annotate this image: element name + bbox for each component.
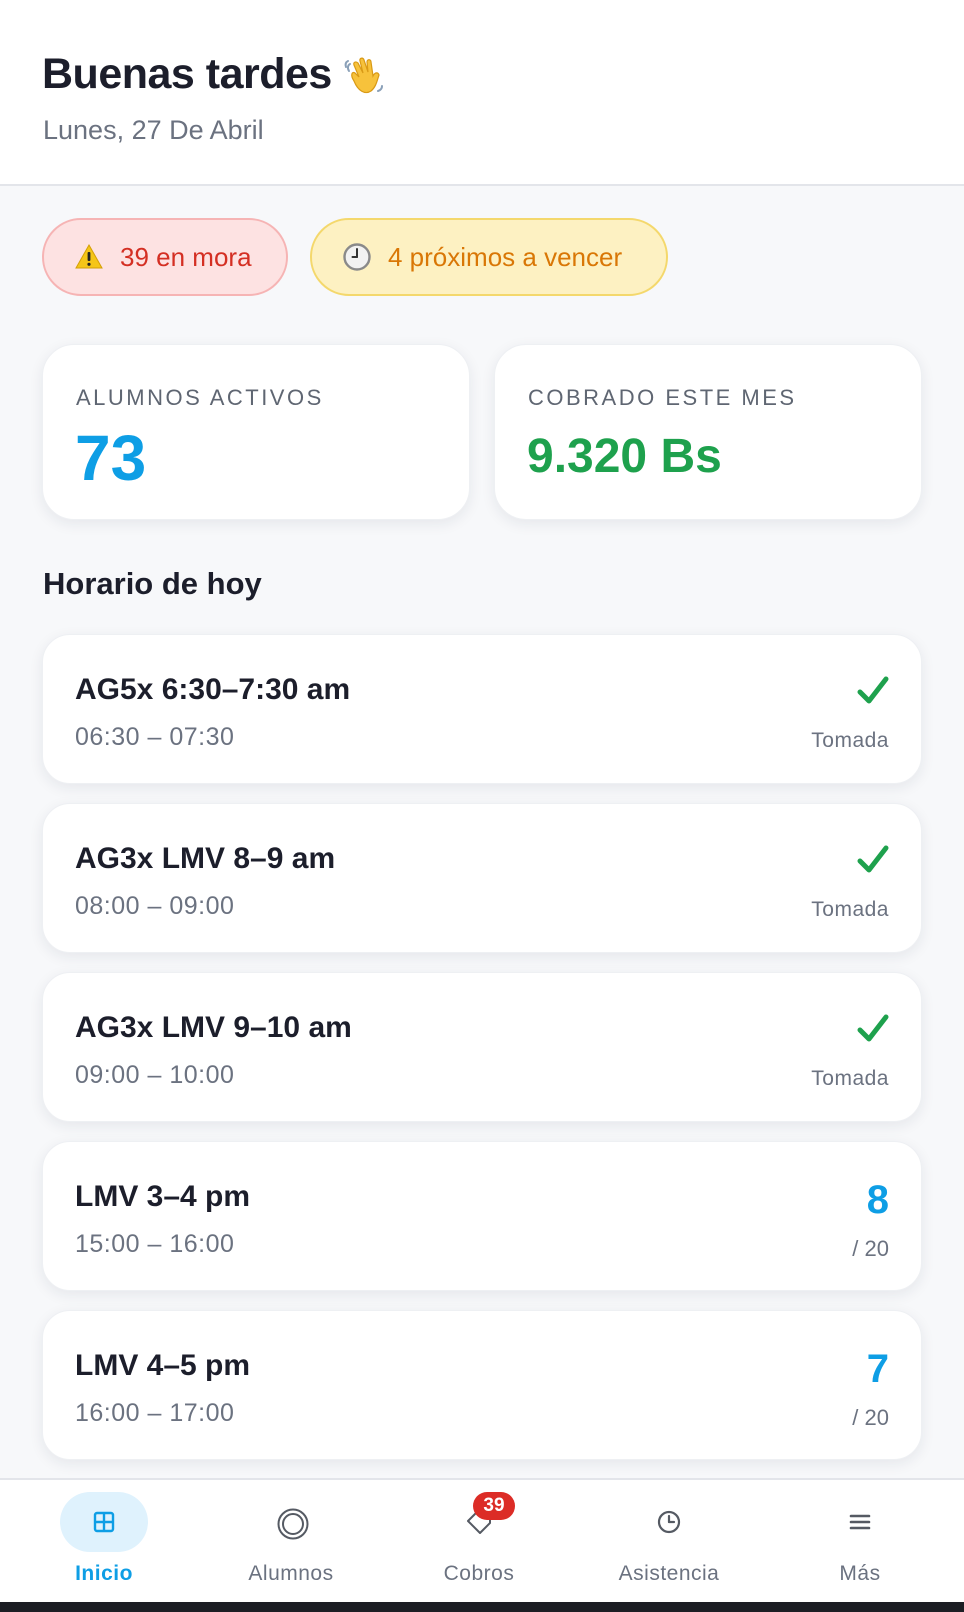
home-screen: Buenas tardes Lunes, 27 De Abril 39 en m… [0, 0, 964, 1612]
class-card[interactable]: LMV 4–5 pm 16:00 – 17:00 7 / 20 [42, 1310, 922, 1460]
expiring-alert-label: 4 próximos a vencer [388, 241, 623, 272]
class-name: AG3x LMV 9–10 am [75, 1011, 352, 1044]
overdue-alert-label: 39 en mora [120, 241, 252, 272]
class-name: LMV 4–5 pm [75, 1349, 251, 1382]
check-icon [855, 1011, 891, 1047]
nav-item-inicio[interactable]: Inicio [24, 1480, 184, 1600]
target-icon [276, 1507, 309, 1540]
nav-icon-highlight [60, 1492, 148, 1552]
expiring-alert-pill[interactable]: 4 próximos a vencer [310, 218, 668, 296]
active-students-value: 73 [75, 422, 147, 494]
monthly-collected-value: 9.320 Bs [527, 430, 722, 483]
class-name: AG5x 6:30–7:30 am [75, 673, 351, 706]
active-students-label: ALUMNOS ACTIVOS [76, 385, 324, 410]
class-time: 08:00 – 09:00 [75, 892, 235, 920]
class-card[interactable]: AG3x LMV 8–9 am 08:00 – 09:00 Tomada [42, 803, 922, 953]
attendance-count: 8 [866, 1178, 889, 1222]
class-capacity: / 20 [852, 1236, 889, 1261]
waving-hand-icon [340, 51, 388, 99]
nav-label: Inicio [75, 1562, 133, 1585]
monthly-collected-card[interactable]: COBRADO ESTE MES 9.320 Bs [494, 344, 922, 520]
header: Buenas tardes Lunes, 27 De Abril [0, 0, 964, 186]
overdue-alert-pill[interactable]: 39 en mora [42, 218, 288, 296]
attendance-count: 7 [866, 1347, 889, 1391]
nav-icon-holder [247, 1492, 335, 1552]
home-indicator-bar [0, 1602, 964, 1612]
class-time: 06:30 – 07:30 [75, 723, 235, 751]
class-status: Tomada [811, 898, 889, 921]
class-card[interactable]: AG3x LMV 9–10 am 09:00 – 10:00 Tomada [42, 972, 922, 1122]
class-time: 15:00 – 16:00 [75, 1230, 235, 1258]
nav-label: Asistencia [618, 1562, 720, 1585]
nav-item-alumnos[interactable]: Alumnos [211, 1480, 371, 1600]
class-status: Tomada [811, 1067, 889, 1090]
class-status: Tomada [811, 729, 889, 752]
monthly-collected-label: COBRADO ESTE MES [528, 385, 797, 410]
active-students-card[interactable]: ALUMNOS ACTIVOS 73 [42, 344, 470, 520]
nav-icon-holder [625, 1492, 713, 1552]
nav-icon-holder [816, 1492, 904, 1552]
greeting-text: Buenas tardes [42, 50, 332, 98]
class-name: AG3x LMV 8–9 am [75, 842, 336, 875]
greeting-title: Buenas tardes [42, 50, 388, 99]
class-time: 16:00 – 17:00 [75, 1399, 235, 1427]
nav-item-mas[interactable]: Más [780, 1480, 940, 1600]
clock-icon [654, 1507, 684, 1537]
nav-item-asistencia[interactable]: Asistencia [589, 1480, 749, 1600]
check-icon [855, 673, 891, 709]
nav-item-cobros[interactable]: 39 Cobros [399, 1480, 559, 1600]
cobros-badge: 39 [473, 1492, 515, 1520]
class-card[interactable]: LMV 3–4 pm 15:00 – 16:00 8 / 20 [42, 1141, 922, 1291]
class-name: LMV 3–4 pm [75, 1180, 251, 1213]
grid-icon [89, 1507, 119, 1537]
bottom-nav: Inicio Alumnos 39 Cobros Asistencia Más [0, 1478, 964, 1612]
nav-label: Más [839, 1562, 881, 1585]
check-icon [855, 842, 891, 878]
nav-label: Alumnos [248, 1562, 334, 1585]
nav-icon-holder: 39 [435, 1492, 523, 1552]
clock-icon [342, 242, 372, 272]
menu-icon [845, 1507, 875, 1537]
class-time: 09:00 – 10:00 [75, 1061, 235, 1089]
class-capacity: / 20 [852, 1405, 889, 1430]
schedule-section-title: Horario de hoy [43, 566, 262, 601]
class-card[interactable]: AG5x 6:30–7:30 am 06:30 – 07:30 Tomada [42, 634, 922, 784]
nav-label: Cobros [443, 1562, 515, 1585]
warning-icon [74, 242, 104, 272]
current-date: Lunes, 27 De Abril [43, 115, 264, 145]
